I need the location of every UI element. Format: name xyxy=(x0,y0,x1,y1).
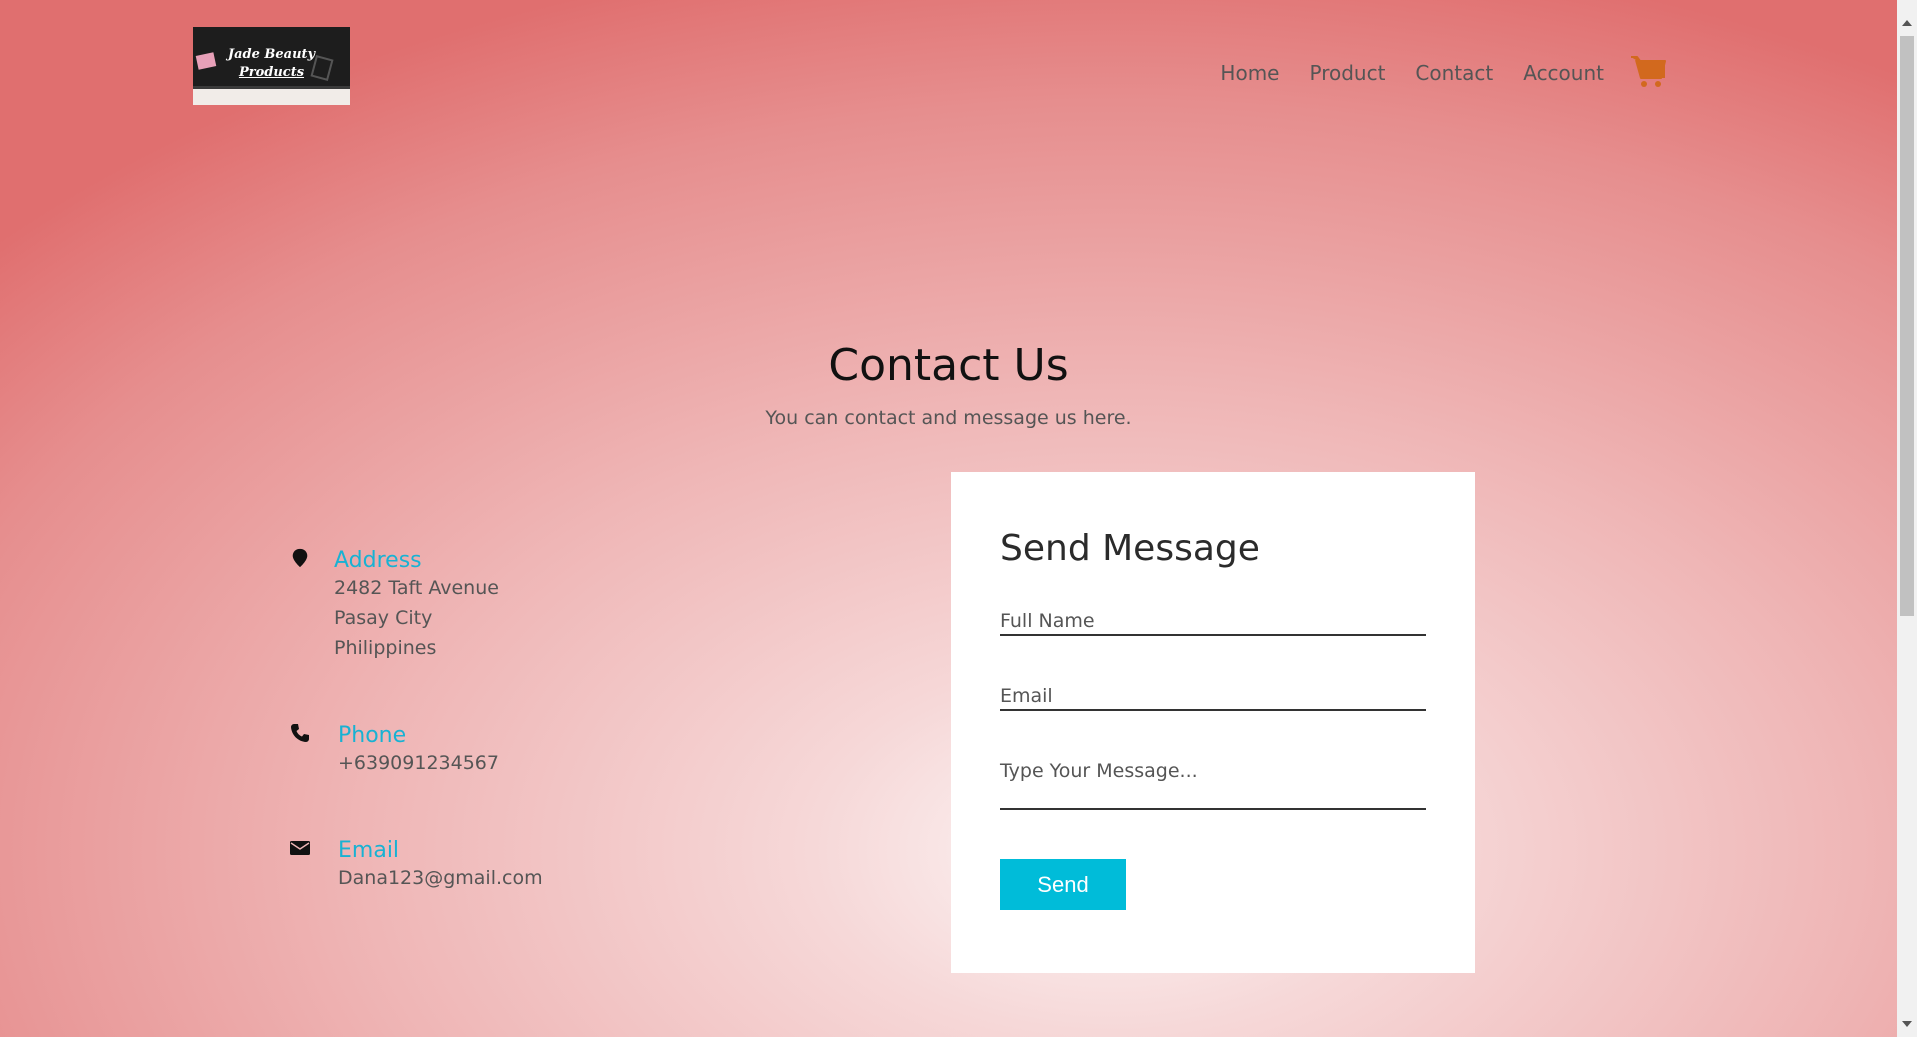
send-button[interactable]: Send xyxy=(1000,859,1126,910)
email-field[interactable]: Email xyxy=(1000,685,1426,711)
full-name-placeholder: Full Name xyxy=(1000,610,1095,632)
logo-text-line2: Products xyxy=(238,65,305,80)
envelope-icon xyxy=(290,841,310,855)
page-subtitle: You can contact and message us here. xyxy=(765,407,1132,429)
scroll-up-arrow-icon[interactable] xyxy=(1902,20,1912,26)
logo-decoration xyxy=(193,86,350,105)
full-name-field[interactable]: Full Name xyxy=(1000,610,1426,636)
address-line: Philippines xyxy=(334,637,437,659)
phone-label: Phone xyxy=(338,723,407,748)
message-placeholder: Type Your Message... xyxy=(1000,760,1198,782)
nav-product[interactable]: Product xyxy=(1309,61,1385,85)
scrollbar-thumb[interactable] xyxy=(1900,36,1914,616)
address-line: 2482 Taft Avenue xyxy=(334,577,499,599)
phone-icon xyxy=(291,724,309,742)
logo[interactable]: Jade Beauty Products xyxy=(193,27,350,105)
scroll-down-arrow-icon[interactable] xyxy=(1902,1021,1912,1027)
page-title: Contact Us xyxy=(828,340,1069,391)
map-pin-icon xyxy=(292,548,308,568)
page: Jade Beauty Products Home Product Contac… xyxy=(0,0,1897,1035)
email-value: Dana123@gmail.com xyxy=(338,867,543,889)
phone-value: +639091234567 xyxy=(338,752,499,774)
nav-home[interactable]: Home xyxy=(1220,61,1279,85)
form-title: Send Message xyxy=(1000,528,1260,569)
email-placeholder: Email xyxy=(1000,685,1053,707)
address-line: Pasay City xyxy=(334,607,433,629)
main-nav: Home Product Contact Account xyxy=(1190,56,1667,90)
nav-account[interactable]: Account xyxy=(1523,61,1604,85)
address-label: Address xyxy=(334,548,422,573)
email-label: Email xyxy=(338,838,400,863)
send-message-card: Send Message Full Name Email Type Your M… xyxy=(951,472,1475,973)
logo-text-line1: Jade Beauty xyxy=(227,47,316,62)
vertical-scrollbar[interactable] xyxy=(1897,0,1917,1037)
message-field[interactable]: Type Your Message... xyxy=(1000,760,1426,810)
nav-contact[interactable]: Contact xyxy=(1415,61,1493,85)
shopping-cart-icon[interactable] xyxy=(1629,54,1667,88)
